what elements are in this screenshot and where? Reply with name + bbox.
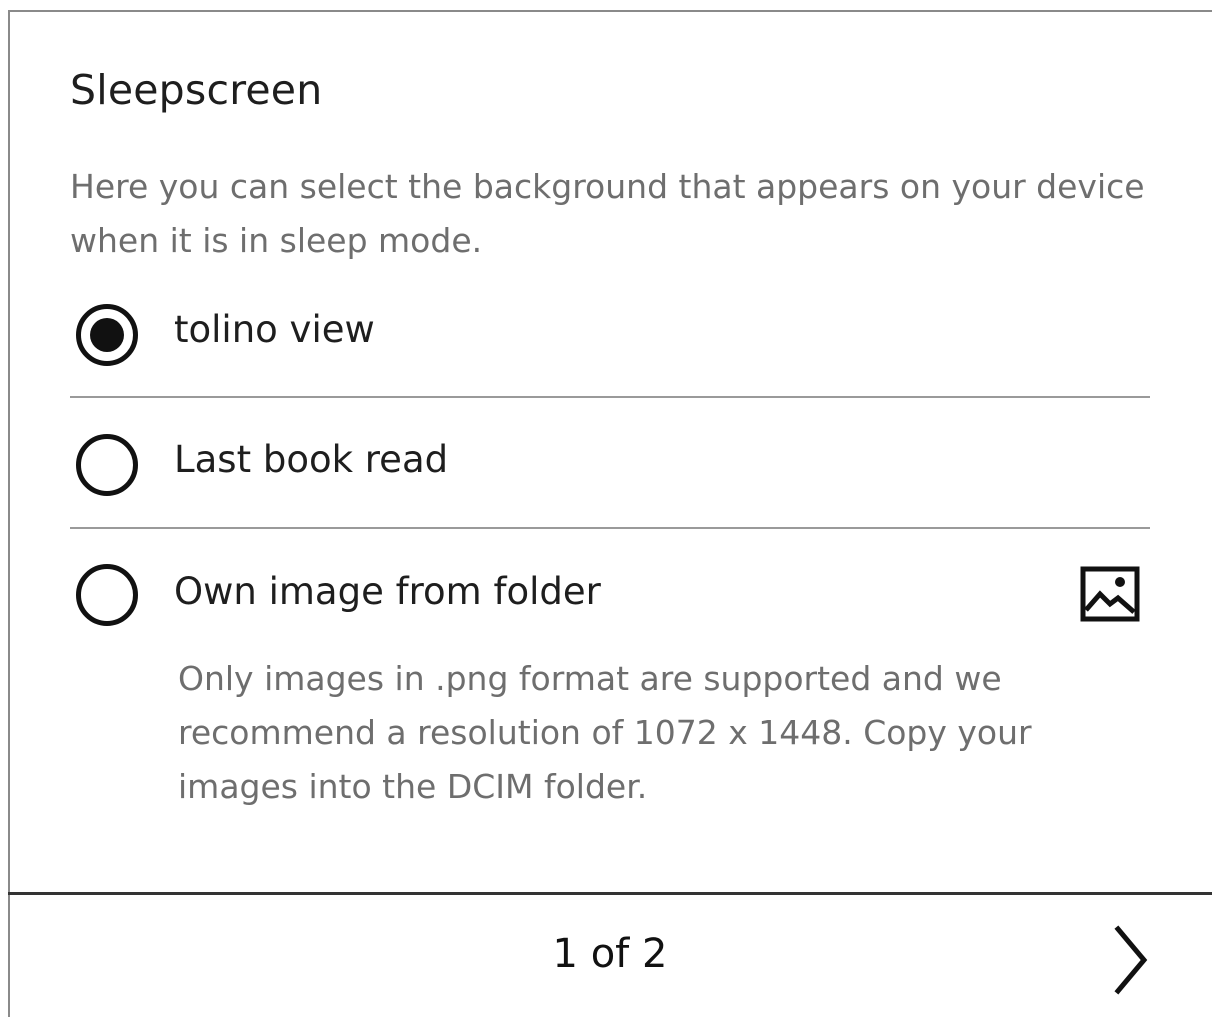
radio-button[interactable] [76, 434, 138, 496]
option-label: Own image from folder [174, 570, 601, 613]
option-last-book-read[interactable]: Last book read [70, 398, 1150, 528]
option-label: tolino view [174, 308, 375, 351]
divider [70, 527, 1150, 529]
radio-dot [90, 318, 124, 352]
section-description: Here you can select the background that … [70, 167, 1145, 260]
radio-button-selected[interactable] [76, 304, 138, 366]
option-label: Last book read [174, 438, 449, 481]
own-image-hint: Only images in .png format are supported… [178, 659, 1032, 806]
page-indicator: 1 of 2 [552, 931, 668, 977]
option-own-image[interactable]: Own image from folder [70, 530, 1150, 660]
option-tolino-view[interactable]: tolino view [70, 268, 1150, 398]
page-title: Sleepscreen [70, 66, 323, 114]
pagination-bar: 1 of 2 [8, 895, 1212, 1017]
image-icon[interactable] [1080, 566, 1140, 622]
radio-button[interactable] [76, 564, 138, 626]
chevron-right-icon[interactable] [1098, 923, 1158, 997]
